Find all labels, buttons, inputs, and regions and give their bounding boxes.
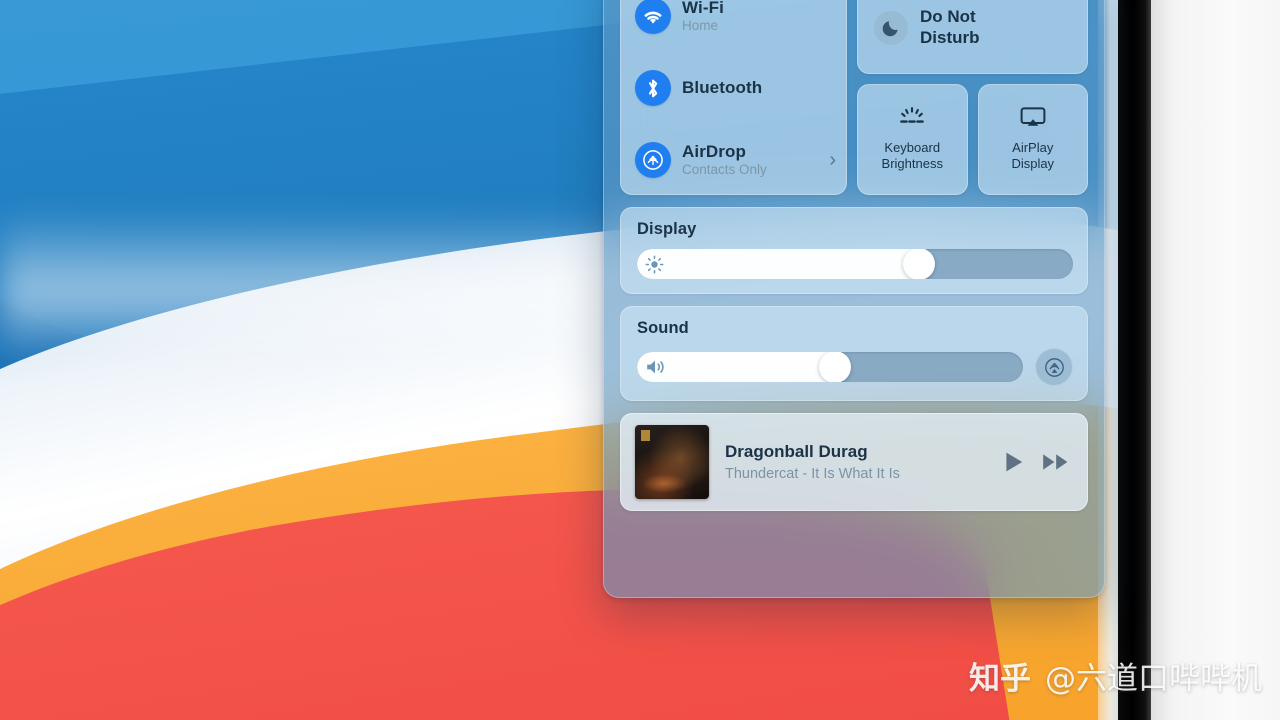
airdrop-status: Contacts Only bbox=[682, 162, 767, 178]
bluetooth-label: Bluetooth bbox=[682, 78, 763, 98]
toggle-row-wifi[interactable]: Wi-Fi Home bbox=[635, 0, 834, 38]
track-title: Dragonball Durag bbox=[725, 442, 868, 461]
keyboard-brightness-label-line2: Brightness bbox=[881, 156, 943, 171]
sound-slider-line bbox=[637, 348, 1073, 386]
fast-forward-icon[interactable] bbox=[1041, 450, 1071, 474]
display-slider-fill bbox=[637, 249, 934, 279]
bluetooth-labels: Bluetooth bbox=[682, 78, 762, 97]
airplay-display-icon bbox=[1019, 105, 1047, 131]
airplay-audio-icon[interactable] bbox=[1035, 348, 1073, 386]
toggle-row-airdrop[interactable]: AirDrop Contacts Only › bbox=[635, 138, 836, 182]
playback-controls bbox=[1003, 450, 1071, 474]
track-subtitle: Thundercat - It Is What It Is bbox=[725, 466, 900, 482]
wifi-labels: Wi-Fi Home bbox=[682, 0, 724, 34]
sound-slider-knob[interactable] bbox=[819, 352, 852, 382]
keyboard-brightness-icon bbox=[897, 105, 927, 131]
dnd-label-line1: Do Not bbox=[920, 7, 976, 27]
background-wall bbox=[1151, 0, 1280, 720]
keyboard-brightness-label: Keyboard Brightness bbox=[882, 140, 943, 172]
toggle-row-bluetooth[interactable]: Bluetooth bbox=[635, 66, 834, 110]
sound-slider[interactable] bbox=[637, 352, 1023, 382]
brightness-icon bbox=[645, 255, 664, 274]
airplay-display-tile[interactable]: AirPlay Display bbox=[977, 84, 1088, 195]
play-icon[interactable] bbox=[1003, 450, 1025, 474]
now-playing-text: Dragonball Durag Thundercat - It Is What… bbox=[725, 442, 987, 482]
dnd-label-line2: Disturb bbox=[920, 27, 980, 47]
bluetooth-icon[interactable] bbox=[635, 70, 671, 106]
display-slider-line bbox=[637, 249, 1073, 279]
do-not-disturb-tile[interactable]: Do Not Disturb bbox=[857, 0, 1088, 74]
control-center-panel: Wi-Fi Home Bluetooth AirDrop Contacts On… bbox=[603, 0, 1105, 598]
airdrop-icon[interactable] bbox=[635, 142, 671, 178]
display-bezel bbox=[1118, 0, 1151, 720]
wifi-status: Home bbox=[682, 18, 719, 34]
sound-title: Sound bbox=[637, 319, 689, 337]
display-card: Display bbox=[620, 207, 1088, 294]
sound-card: Sound bbox=[620, 306, 1088, 401]
display-title: Display bbox=[637, 220, 697, 238]
airplay-display-label: AirPlay Display bbox=[1011, 140, 1054, 172]
chevron-right-icon[interactable]: › bbox=[829, 150, 836, 170]
quick-tiles-row: Keyboard Brightness AirPlay Display bbox=[857, 84, 1088, 195]
album-artwork bbox=[635, 425, 709, 499]
airdrop-labels: AirDrop Contacts Only bbox=[682, 142, 767, 177]
display-slider-knob[interactable] bbox=[903, 249, 936, 279]
airplay-display-label-line2: Display bbox=[1011, 156, 1055, 171]
speaker-icon bbox=[645, 358, 667, 376]
wifi-icon[interactable] bbox=[635, 0, 671, 34]
airdrop-label: AirDrop bbox=[682, 142, 746, 162]
wifi-label: Wi-Fi bbox=[682, 0, 724, 18]
keyboard-brightness-label-line1: Keyboard bbox=[884, 140, 941, 156]
airplay-display-label-line1: AirPlay bbox=[1012, 140, 1054, 156]
control-center-right-column: Do Not Disturb Keyboard Brightness AirPl… bbox=[857, 0, 1088, 195]
display-slider[interactable] bbox=[637, 249, 1073, 279]
sound-slider-fill bbox=[637, 352, 850, 382]
now-playing-card[interactable]: Dragonball Durag Thundercat - It Is What… bbox=[620, 413, 1088, 511]
do-not-disturb-labels: Do Not Disturb bbox=[920, 7, 980, 48]
connectivity-card: Wi-Fi Home Bluetooth AirDrop Contacts On… bbox=[620, 0, 847, 195]
keyboard-brightness-tile[interactable]: Keyboard Brightness bbox=[857, 84, 968, 195]
screenshot-root: Wi-Fi Home Bluetooth AirDrop Contacts On… bbox=[0, 0, 1280, 720]
moon-icon[interactable] bbox=[874, 10, 908, 45]
control-center-top-row: Wi-Fi Home Bluetooth AirDrop Contacts On… bbox=[620, 0, 1088, 195]
